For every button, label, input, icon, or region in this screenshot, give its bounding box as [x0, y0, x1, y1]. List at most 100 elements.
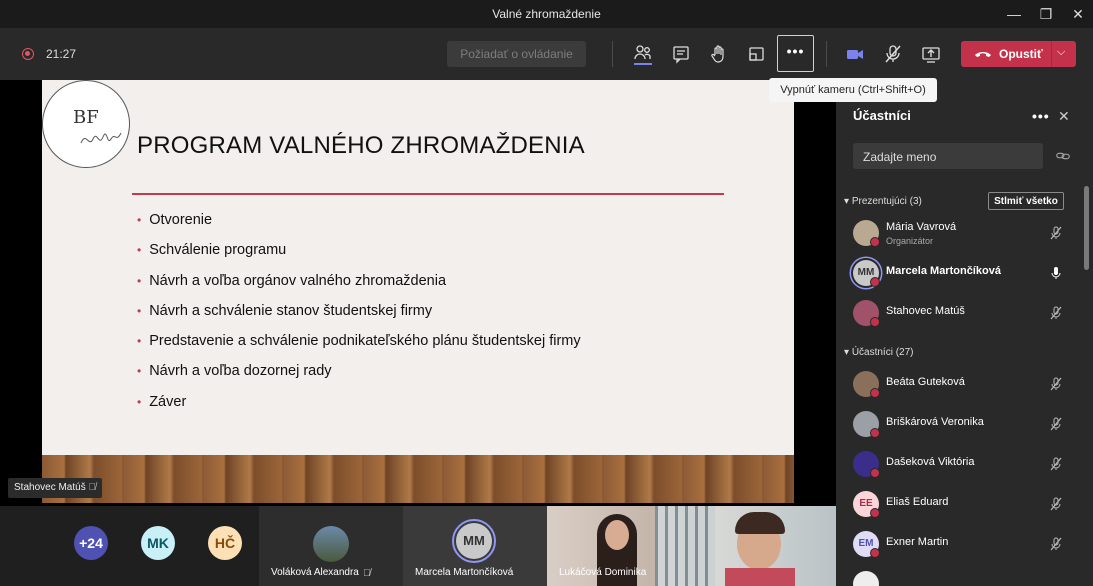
participant-clothing	[725, 568, 795, 586]
agenda-item: • Schválenie programu	[137, 242, 287, 259]
raise-hand-icon[interactable]	[707, 42, 731, 66]
status-badge	[870, 428, 880, 438]
status-badge	[870, 388, 880, 398]
attendees-section-header[interactable]: ▾ Účastníci (27)	[844, 347, 914, 358]
participant-row[interactable]: MM Marcela Martončíková	[836, 253, 1084, 293]
self-video-tile[interactable]	[655, 506, 836, 586]
participant-row[interactable]: EM Exner Martin	[836, 524, 1084, 564]
status-badge	[870, 468, 880, 478]
participant-avatar[interactable]: HČ	[208, 526, 242, 560]
meeting-timer: 21:27	[46, 47, 77, 61]
participant-name: Briškárová Veronika	[886, 416, 984, 428]
status-badge	[870, 548, 880, 558]
microphone-muted-icon: 🎙̸	[88, 482, 97, 493]
camera-icon[interactable]	[843, 42, 867, 66]
share-screen-icon[interactable]	[919, 42, 943, 66]
agenda-list: • Otvorenie • Schválenie programu • Návrh a…	[137, 205, 581, 417]
microphone-muted-icon	[1050, 457, 1062, 471]
camera-tooltip: Vypnúť kameru (Ctrl+Shift+O)	[769, 78, 937, 102]
maximize-icon[interactable]: ❐	[1036, 4, 1056, 24]
search-placeholder: Zadajte meno	[863, 150, 937, 164]
shared-slide: BF PROGRAM VALNÉHO ZHROMAŽDENIA • Otvoren…	[42, 80, 794, 503]
participant-face	[605, 520, 629, 550]
participant-name: Eliaš Eduard	[886, 496, 949, 508]
microphone-muted-icon: 🎙̸	[363, 568, 371, 579]
status-badge	[870, 277, 880, 287]
share-invite-icon[interactable]	[1055, 148, 1073, 166]
presenter-name-label: Stahovec Matúš 🎙̸	[8, 478, 102, 498]
search-participants-input[interactable]: Zadajte meno	[853, 143, 1043, 169]
participant-role: Organizátor	[886, 236, 934, 246]
video-tile-active-speaker[interactable]: MM Marcela Martončíková	[403, 506, 547, 586]
video-tile[interactable]: Lukáčová Dominika	[547, 506, 655, 586]
participant-row[interactable]: Stahovec Matúš	[836, 293, 1084, 333]
leave-label: Opustiť	[999, 47, 1043, 61]
presenters-section-header[interactable]: ▾ Prezentujúci (3)	[844, 196, 922, 207]
panel-scrollbar[interactable]	[1084, 186, 1089, 270]
agenda-item: • Návrh a schválenie stanov študentskej f…	[137, 302, 433, 319]
microphone-muted-icon[interactable]	[881, 42, 905, 66]
avatar	[853, 571, 879, 586]
participant-name: Stahovec Matúš	[886, 305, 965, 317]
background-shelves	[655, 506, 715, 586]
window-title: Valné zhromaždenie	[492, 7, 601, 21]
participant-name: Dašeková Viktória	[886, 456, 975, 468]
microphone-muted-icon	[1050, 417, 1062, 431]
participant-photo	[313, 526, 349, 562]
recording-icon	[22, 48, 34, 60]
participants-icon[interactable]	[631, 42, 655, 66]
minimize-icon[interactable]: —	[1004, 4, 1024, 24]
close-icon[interactable]: ✕	[1058, 108, 1070, 125]
leave-button[interactable]: Opustiť ⌵	[961, 41, 1076, 67]
participant-row[interactable]: Beáta Guteková	[836, 364, 1084, 404]
breakout-rooms-icon[interactable]	[745, 42, 769, 66]
slide-divider	[132, 193, 724, 195]
tile-name: Marcela Martončíková	[415, 567, 514, 578]
participant-name: Marcela Martončíková	[886, 265, 1001, 277]
company-logo: BF	[42, 80, 130, 168]
agenda-item: • Predstavenie a schválenie podnikateľské…	[137, 333, 581, 350]
chat-icon[interactable]	[669, 42, 693, 66]
agenda-item: • Záver	[137, 393, 187, 410]
leave-divider	[1051, 41, 1052, 67]
chevron-down-icon[interactable]: ⌵	[1057, 46, 1065, 59]
microphone-muted-icon	[1050, 377, 1062, 391]
participant-row[interactable]: Briškárová Veronika	[836, 404, 1084, 444]
agenda-item: • Návrh a voľba dozornej rady	[137, 363, 332, 380]
participant-hair	[735, 512, 785, 534]
panel-title: Účastníci	[853, 108, 911, 123]
more-actions-button[interactable]: •••	[777, 35, 814, 72]
participant-avatar[interactable]: MK	[141, 526, 175, 560]
request-control-button[interactable]: Požiadať o ovládanie	[447, 41, 586, 67]
close-window-icon[interactable]: ✕	[1068, 4, 1088, 24]
microphone-muted-icon	[1050, 537, 1062, 551]
participant-row[interactable]: Dašeková Viktória	[836, 444, 1084, 484]
microphone-muted-icon	[1050, 306, 1062, 320]
participant-avatar: MM	[456, 523, 492, 559]
mute-all-button[interactable]: Stlmiť všetko	[988, 192, 1064, 210]
overflow-participants-button[interactable]: +24	[74, 526, 108, 560]
agenda-item: • Návrh a voľba orgánov valného zhromažde…	[137, 272, 447, 289]
agenda-item: • Otvorenie	[137, 212, 213, 228]
status-badge	[870, 317, 880, 327]
panel-more-icon[interactable]: •••	[1032, 108, 1050, 124]
title-bar: Valné zhromaždenie — ❐ ✕	[0, 0, 1093, 28]
participant-name: Beáta Guteková	[886, 376, 965, 388]
wood-floor-decoration	[42, 455, 794, 503]
participant-name: Mária Vavrová	[886, 221, 957, 233]
toolbar-divider	[826, 41, 827, 67]
phone-hangup-icon	[975, 52, 991, 57]
microphone-muted-icon	[1050, 226, 1062, 240]
participants-panel: Účastníci ••• ✕ Zadajte meno ▾ Prezentuj…	[836, 80, 1093, 586]
video-tile[interactable]: Voláková Alexandra 🎙̸	[259, 506, 403, 586]
tile-name: Lukáčová Dominika	[559, 567, 647, 578]
status-badge	[870, 508, 880, 518]
participant-row[interactable]	[836, 564, 1084, 586]
participant-row[interactable]: Mária Vavrová Organizátor	[836, 213, 1084, 253]
toolbar-divider	[612, 41, 613, 67]
tile-name: Voláková Alexandra	[271, 567, 359, 578]
participant-row[interactable]: EE Eliaš Eduard	[836, 484, 1084, 524]
status-badge	[870, 237, 880, 247]
meeting-toolbar: 21:27 Požiadať o ovládanie ••• Opustiť ⌵	[0, 28, 1093, 80]
microphone-on-icon	[1051, 267, 1061, 279]
